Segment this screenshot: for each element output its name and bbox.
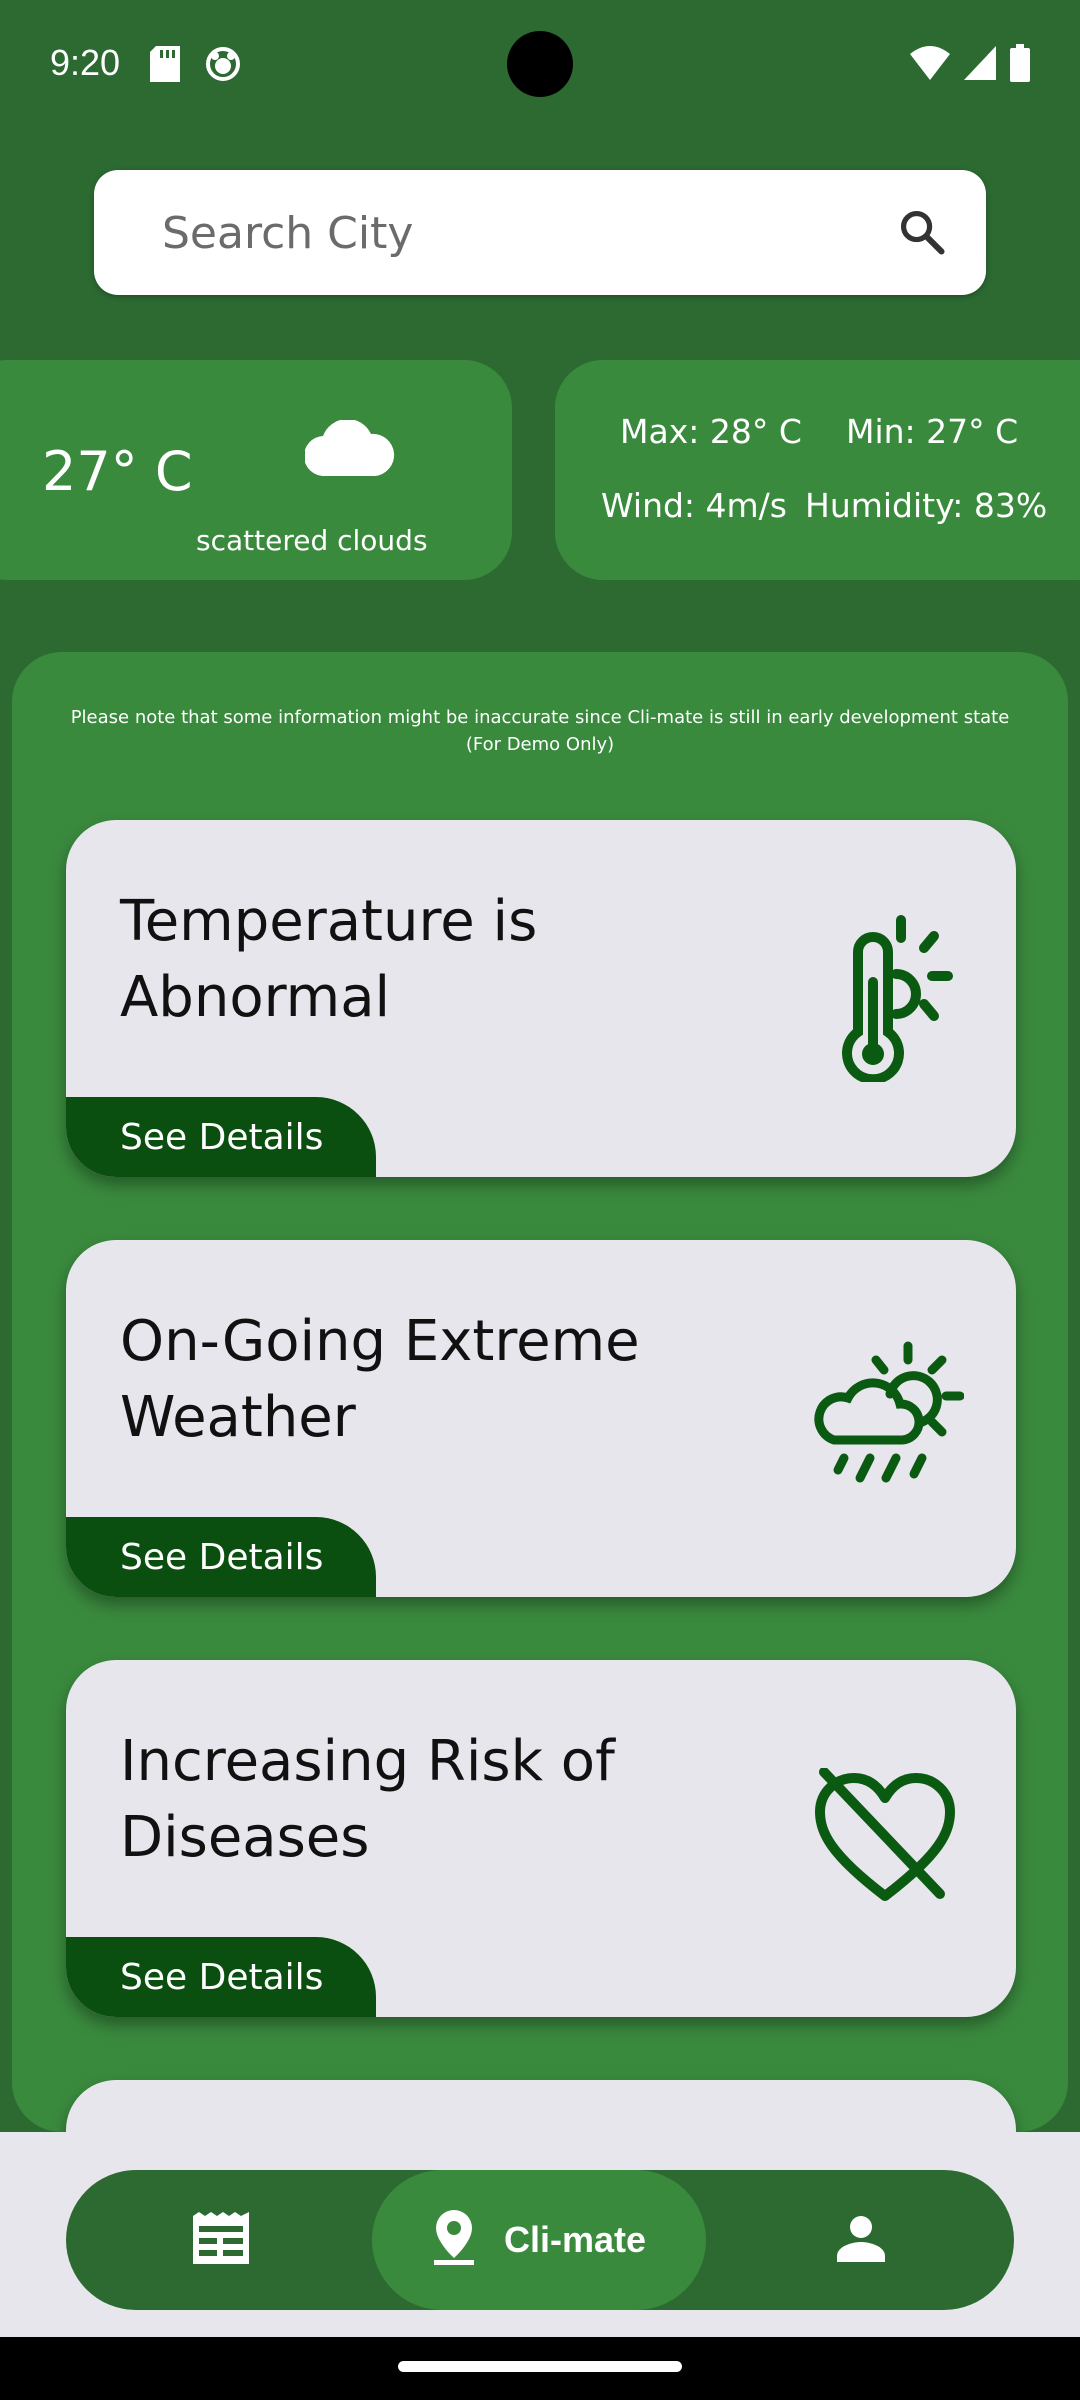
current-temperature: 27° C xyxy=(42,440,193,503)
cloud-icon xyxy=(303,418,395,481)
max-temperature: Max: 28° C xyxy=(620,412,802,451)
storm-cloud-sun-icon xyxy=(804,1340,965,1505)
alert-card-temperature[interactable]: Temperature is Abnormal See Details xyxy=(66,820,1016,1177)
news-icon xyxy=(193,2211,249,2269)
nav-climate-label: Cli-mate xyxy=(503,2219,647,2260)
min-temperature: Min: 27° C xyxy=(846,412,1019,451)
camera-cutout xyxy=(507,31,573,97)
alert-title: Increasing Risk of Diseases xyxy=(120,1729,615,1870)
app-notification-icon xyxy=(205,46,241,87)
alert-card-extreme-weather[interactable]: On-Going Extreme Weather See Details xyxy=(66,1240,1016,1597)
signal-icon xyxy=(964,46,996,85)
wifi-icon xyxy=(910,46,950,85)
see-details-button[interactable]: See Details xyxy=(66,1517,376,1597)
status-time: 9:20 xyxy=(50,42,121,83)
nav-climate[interactable]: Cli-mate xyxy=(372,2170,706,2310)
alert-card-partial[interactable] xyxy=(66,2080,1016,2132)
sd-card-icon xyxy=(150,46,180,87)
status-icons xyxy=(910,44,1030,87)
search-icon[interactable] xyxy=(896,206,948,263)
current-weather-card: 27° C scattered clouds xyxy=(0,360,512,580)
location-pin-icon xyxy=(432,2209,476,2271)
nav-news[interactable] xyxy=(146,2170,296,2310)
heart-off-icon xyxy=(810,1767,960,1913)
nav-profile[interactable] xyxy=(786,2170,936,2310)
alerts-panel[interactable]: Please note that some information might … xyxy=(12,652,1068,2132)
thermometer-sun-icon xyxy=(836,912,956,1087)
alert-card-disease-risk[interactable]: Increasing Risk of Diseases See Details xyxy=(66,1660,1016,2017)
gesture-bar xyxy=(0,2337,1080,2400)
alert-title: On-Going Extreme Weather xyxy=(120,1309,640,1450)
wind-speed: Wind: 4m/s xyxy=(601,486,787,525)
status-bar: 9:20 xyxy=(0,0,1080,130)
humidity: Humidity: 83% xyxy=(805,486,1048,525)
bottom-navigation: Cli-mate xyxy=(66,2170,1014,2310)
weather-description: scattered clouds xyxy=(196,524,428,557)
home-gesture-handle[interactable] xyxy=(398,2361,682,2372)
alert-title: Temperature is Abnormal xyxy=(120,889,538,1030)
search-bar xyxy=(94,170,986,297)
disclaimer-text: Please note that some information might … xyxy=(70,707,1010,755)
person-icon xyxy=(837,2214,885,2267)
see-details-button[interactable]: See Details xyxy=(66,1937,376,2017)
battery-icon xyxy=(1010,44,1030,87)
search-input[interactable] xyxy=(160,170,864,297)
see-details-button[interactable]: See Details xyxy=(66,1097,376,1177)
weather-stats-card: Max: 28° C Min: 27° C Wind: 4m/s Humidit… xyxy=(555,360,1080,580)
